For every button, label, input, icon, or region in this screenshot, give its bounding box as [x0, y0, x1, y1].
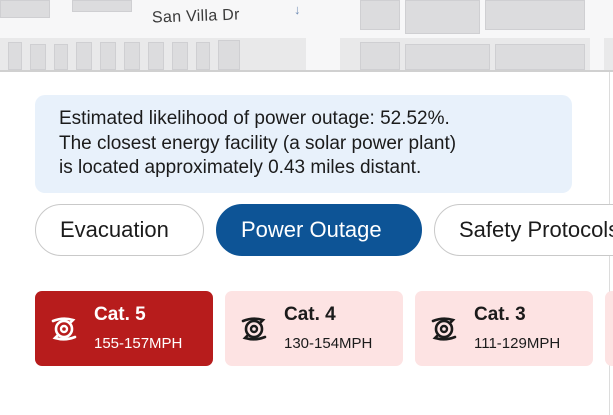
category-speed: 111-129MPH — [474, 335, 561, 352]
tab-safety-protocols[interactable]: Safety Protocols — [434, 204, 613, 256]
bottom-panel: Estimated likelihood of power outage: 52… — [0, 70, 613, 415]
hurricane-icon — [51, 317, 77, 341]
street-label: San Villa Dr — [151, 6, 241, 27]
building — [172, 42, 188, 70]
building — [485, 0, 585, 30]
road — [306, 0, 340, 70]
category-card-partial[interactable] — [605, 291, 613, 366]
building — [76, 42, 92, 70]
info-line: is located approximately 0.43 miles dist… — [59, 157, 422, 178]
category-title: Cat. 3 — [474, 304, 526, 325]
category-card-cat3[interactable]: Cat. 3 111-129MPH — [415, 291, 593, 366]
category-speed: 155-157MPH — [94, 335, 183, 352]
building — [360, 42, 400, 70]
road — [590, 0, 604, 70]
building — [124, 42, 140, 70]
building — [8, 42, 22, 70]
building — [405, 44, 490, 70]
direction-arrow-icon: ↓ — [294, 2, 301, 17]
category-title: Cat. 5 — [94, 304, 146, 325]
hurricane-category-list: Cat. 5 155-157MPH Cat. 4 130-154MPH Cat.… — [35, 291, 613, 367]
building — [30, 44, 46, 70]
tab-power-outage[interactable]: Power Outage — [216, 204, 422, 256]
building — [54, 44, 68, 70]
building — [218, 40, 240, 70]
category-card-cat4[interactable]: Cat. 4 130-154MPH — [225, 291, 403, 366]
category-title: Cat. 4 — [284, 304, 336, 325]
info-line: The closest energy facility (a solar pow… — [59, 132, 457, 154]
topic-tabs: Evacuation Power Outage Safety Protocols — [35, 204, 613, 256]
category-speed: 130-154MPH — [284, 335, 373, 352]
info-line: Estimated likelihood of power outage: 52… — [59, 108, 450, 129]
building — [495, 44, 585, 70]
outage-info-box: Estimated likelihood of power outage: 52… — [35, 95, 572, 193]
building — [148, 42, 164, 70]
hurricane-icon — [431, 317, 457, 341]
building — [405, 0, 480, 34]
category-card-cat5[interactable]: Cat. 5 155-157MPH — [35, 291, 213, 366]
tab-evacuation[interactable]: Evacuation — [35, 204, 204, 256]
hurricane-icon — [241, 317, 267, 341]
building — [360, 0, 400, 30]
building — [100, 42, 116, 70]
map-view[interactable]: San Villa Dr ↓ — [0, 0, 613, 70]
building — [0, 0, 50, 18]
building — [196, 42, 210, 70]
building — [72, 0, 132, 12]
